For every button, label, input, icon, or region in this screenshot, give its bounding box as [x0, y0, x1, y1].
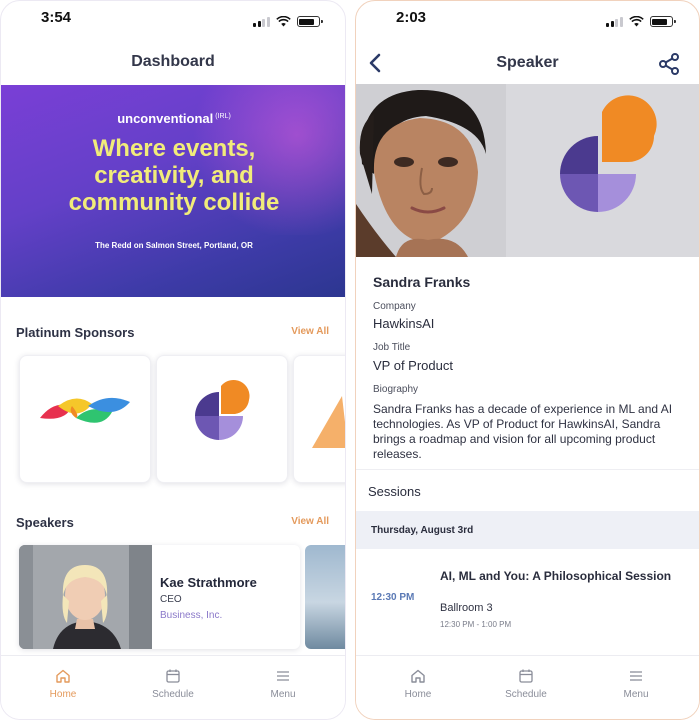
session-room: Ballroom 3 — [440, 602, 493, 614]
calendar-icon — [519, 669, 533, 683]
sponsors-view-all-link[interactable]: View All — [291, 326, 329, 337]
home-icon — [411, 669, 425, 683]
orange-wedge-logo — [312, 396, 345, 448]
company-value: HawkinsAI — [373, 316, 435, 331]
tab-schedule[interactable]: Schedule — [133, 668, 213, 700]
tab-schedule[interactable]: Schedule — [486, 668, 566, 700]
share-icon[interactable] — [657, 52, 681, 76]
event-headline: Where events, creativity, and community … — [68, 135, 280, 216]
signal-icon — [253, 16, 270, 27]
dashboard-screen: 3:54 Dashboard unconventional (IRL) Where… — [0, 0, 346, 720]
sponsors-section-title: Platinum Sponsors — [16, 325, 135, 340]
biography-label: Biography — [373, 384, 419, 395]
wifi-icon — [628, 16, 644, 27]
session-time: 12:30 PM — [371, 592, 415, 603]
session-date: Thursday, August 3rd — [371, 525, 474, 536]
speaker-hero-image — [356, 84, 699, 257]
tab-bar: Home Schedule Menu — [1, 655, 345, 719]
status-time: 3:54 — [41, 9, 72, 26]
battery-icon — [649, 16, 676, 27]
speaker-photo — [19, 545, 152, 649]
tab-home[interactable]: Home — [378, 668, 458, 700]
hamburger-icon — [277, 671, 289, 681]
biography-text: Sandra Franks has a decade of experience… — [373, 402, 673, 461]
speaker-card[interactable] — [305, 545, 345, 649]
speaker-name: Sandra Franks — [373, 274, 471, 290]
quadrant-circle-logo — [195, 379, 250, 440]
tab-home[interactable]: Home — [23, 668, 103, 700]
sessions-title: Sessions — [368, 484, 421, 499]
status-icons — [606, 16, 676, 27]
speakers-view-all-link[interactable]: View All — [291, 516, 329, 527]
page-title: Dashboard — [131, 53, 215, 70]
event-brand: unconventional (IRL) — [117, 111, 231, 126]
battery-icon — [296, 16, 323, 27]
job-title-value: VP of Product — [373, 358, 453, 373]
session-row[interactable]: 12:30 PM AI, ML and You: A Philosophical… — [356, 549, 699, 657]
speaker-company: Business, Inc. — [160, 610, 223, 621]
speaker-role: CEO — [160, 594, 182, 605]
speaker-portrait — [356, 84, 699, 257]
speakers-section-title: Speakers — [16, 515, 74, 530]
session-date-header: Thursday, August 3rd — [356, 511, 699, 549]
sessions-header: Sessions — [356, 469, 699, 511]
tab-bar: Home Schedule Menu — [356, 655, 699, 719]
hamburger-icon — [630, 671, 642, 681]
status-time: 2:03 — [396, 9, 427, 26]
tab-menu[interactable]: Menu — [596, 668, 676, 700]
session-time-range: 12:30 PM - 1:00 PM — [440, 620, 512, 629]
sponsor-card[interactable] — [19, 355, 151, 483]
rainbow-leaves-logo — [40, 397, 130, 423]
tab-menu[interactable]: Menu — [243, 668, 323, 700]
status-bar: 3:54 — [1, 1, 345, 35]
calendar-icon — [166, 669, 180, 683]
sponsor-card[interactable] — [156, 355, 288, 483]
company-label: Company — [373, 301, 416, 312]
speaker-detail-screen: 2:03 Speaker Sandra Franks Company Hawki… — [355, 0, 700, 720]
home-icon — [56, 669, 70, 683]
wifi-icon — [275, 16, 291, 27]
job-title-label: Job Title — [373, 342, 411, 353]
status-bar: 2:03 — [356, 1, 699, 35]
status-icons — [253, 16, 323, 27]
signal-icon — [606, 16, 623, 27]
speaker-name: Kae Strathmore — [160, 575, 257, 590]
speaker-card[interactable]: Kae Strathmore CEO Business, Inc. — [19, 545, 300, 649]
event-location: The Redd on Salmon Street, Portland, OR — [95, 241, 253, 250]
sponsor-card[interactable] — [293, 355, 345, 483]
page-title: Speaker — [496, 54, 559, 71]
session-title: AI, ML and You: A Philosophical Session — [440, 569, 672, 583]
event-hero-banner[interactable]: unconventional (IRL) Where events, creati… — [1, 85, 345, 297]
